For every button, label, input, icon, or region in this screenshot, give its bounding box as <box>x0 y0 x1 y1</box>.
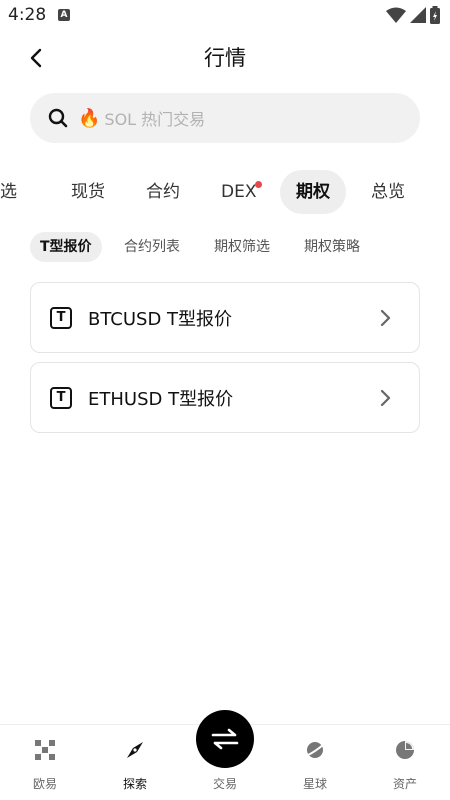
trade-button[interactable] <box>196 710 254 768</box>
tab-favorites[interactable]: 自选 <box>0 170 17 214</box>
market-tabs: 自选 现货 合约 DEX 期权 总览 <box>0 168 450 216</box>
tab-label: 期权 <box>296 182 330 202</box>
t-quote-icon: T <box>50 386 72 409</box>
nav-okx[interactable]: 欧易 <box>0 725 90 800</box>
search-bar[interactable]: 🔥 SOL 热门交易 <box>30 93 420 143</box>
nav-label: 欧易 <box>32 777 57 791</box>
fire-icon: 🔥 <box>78 107 101 129</box>
tab-overview[interactable]: 总览 <box>371 170 405 214</box>
battery-icon <box>430 6 440 24</box>
signal-icon <box>410 7 426 23</box>
chevron-right-icon <box>380 309 391 326</box>
chevron-right-icon <box>380 389 391 406</box>
subtab-options-strategy[interactable]: 期权策略 <box>304 232 360 262</box>
header: 行情 <box>0 32 450 84</box>
t-quote-icon: T <box>50 306 72 329</box>
search-icon <box>48 108 68 128</box>
nav-explore[interactable]: 探索 <box>90 725 180 800</box>
okx-logo-icon <box>35 740 55 760</box>
btcusd-t-quote-card[interactable]: T BTCUSD T型报价 <box>30 282 420 353</box>
wifi-icon <box>386 7 406 23</box>
tab-label: 合约 <box>146 182 180 202</box>
subtab-options-filter[interactable]: 期权筛选 <box>214 232 270 262</box>
nav-planet[interactable]: 星球 <box>270 725 360 800</box>
subtab-contract-list[interactable]: 合约列表 <box>124 232 180 262</box>
nav-label: 交易 <box>212 777 237 791</box>
nav-label: 资产 <box>392 777 417 791</box>
tab-label: 总览 <box>371 182 405 202</box>
status-bar: 4:28 A <box>0 0 450 32</box>
ethusd-t-quote-card[interactable]: T ETHUSD T型报价 <box>30 362 420 433</box>
compass-icon <box>127 742 143 758</box>
tab-futures[interactable]: 合约 <box>146 170 180 214</box>
nav-assets[interactable]: 资产 <box>360 725 450 800</box>
nav-label: 探索 <box>122 777 147 791</box>
search-placeholder: SOL 热门交易 <box>104 110 206 129</box>
tab-label: DEX <box>221 182 257 202</box>
page-title: 行情 <box>204 46 246 70</box>
status-time: 4:28 <box>8 5 47 25</box>
status-icons <box>386 6 440 24</box>
notification-dot <box>255 181 263 188</box>
tab-options[interactable]: 期权 <box>280 170 346 214</box>
planet-icon <box>305 742 325 758</box>
card-label: BTCUSD T型报价 <box>88 308 233 330</box>
tab-dex[interactable]: DEX <box>221 170 263 214</box>
tab-label: 自选 <box>0 182 17 202</box>
tab-spot[interactable]: 现货 <box>71 170 105 214</box>
pie-chart-icon <box>396 741 414 759</box>
nav-label: 星球 <box>302 777 327 791</box>
tab-label: 现货 <box>71 182 105 202</box>
card-label: ETHUSD T型报价 <box>88 388 234 410</box>
subtab-t-quote[interactable]: T型报价 <box>30 232 102 262</box>
swap-arrows-icon <box>211 728 239 750</box>
app-notification-icon: A <box>58 9 70 21</box>
